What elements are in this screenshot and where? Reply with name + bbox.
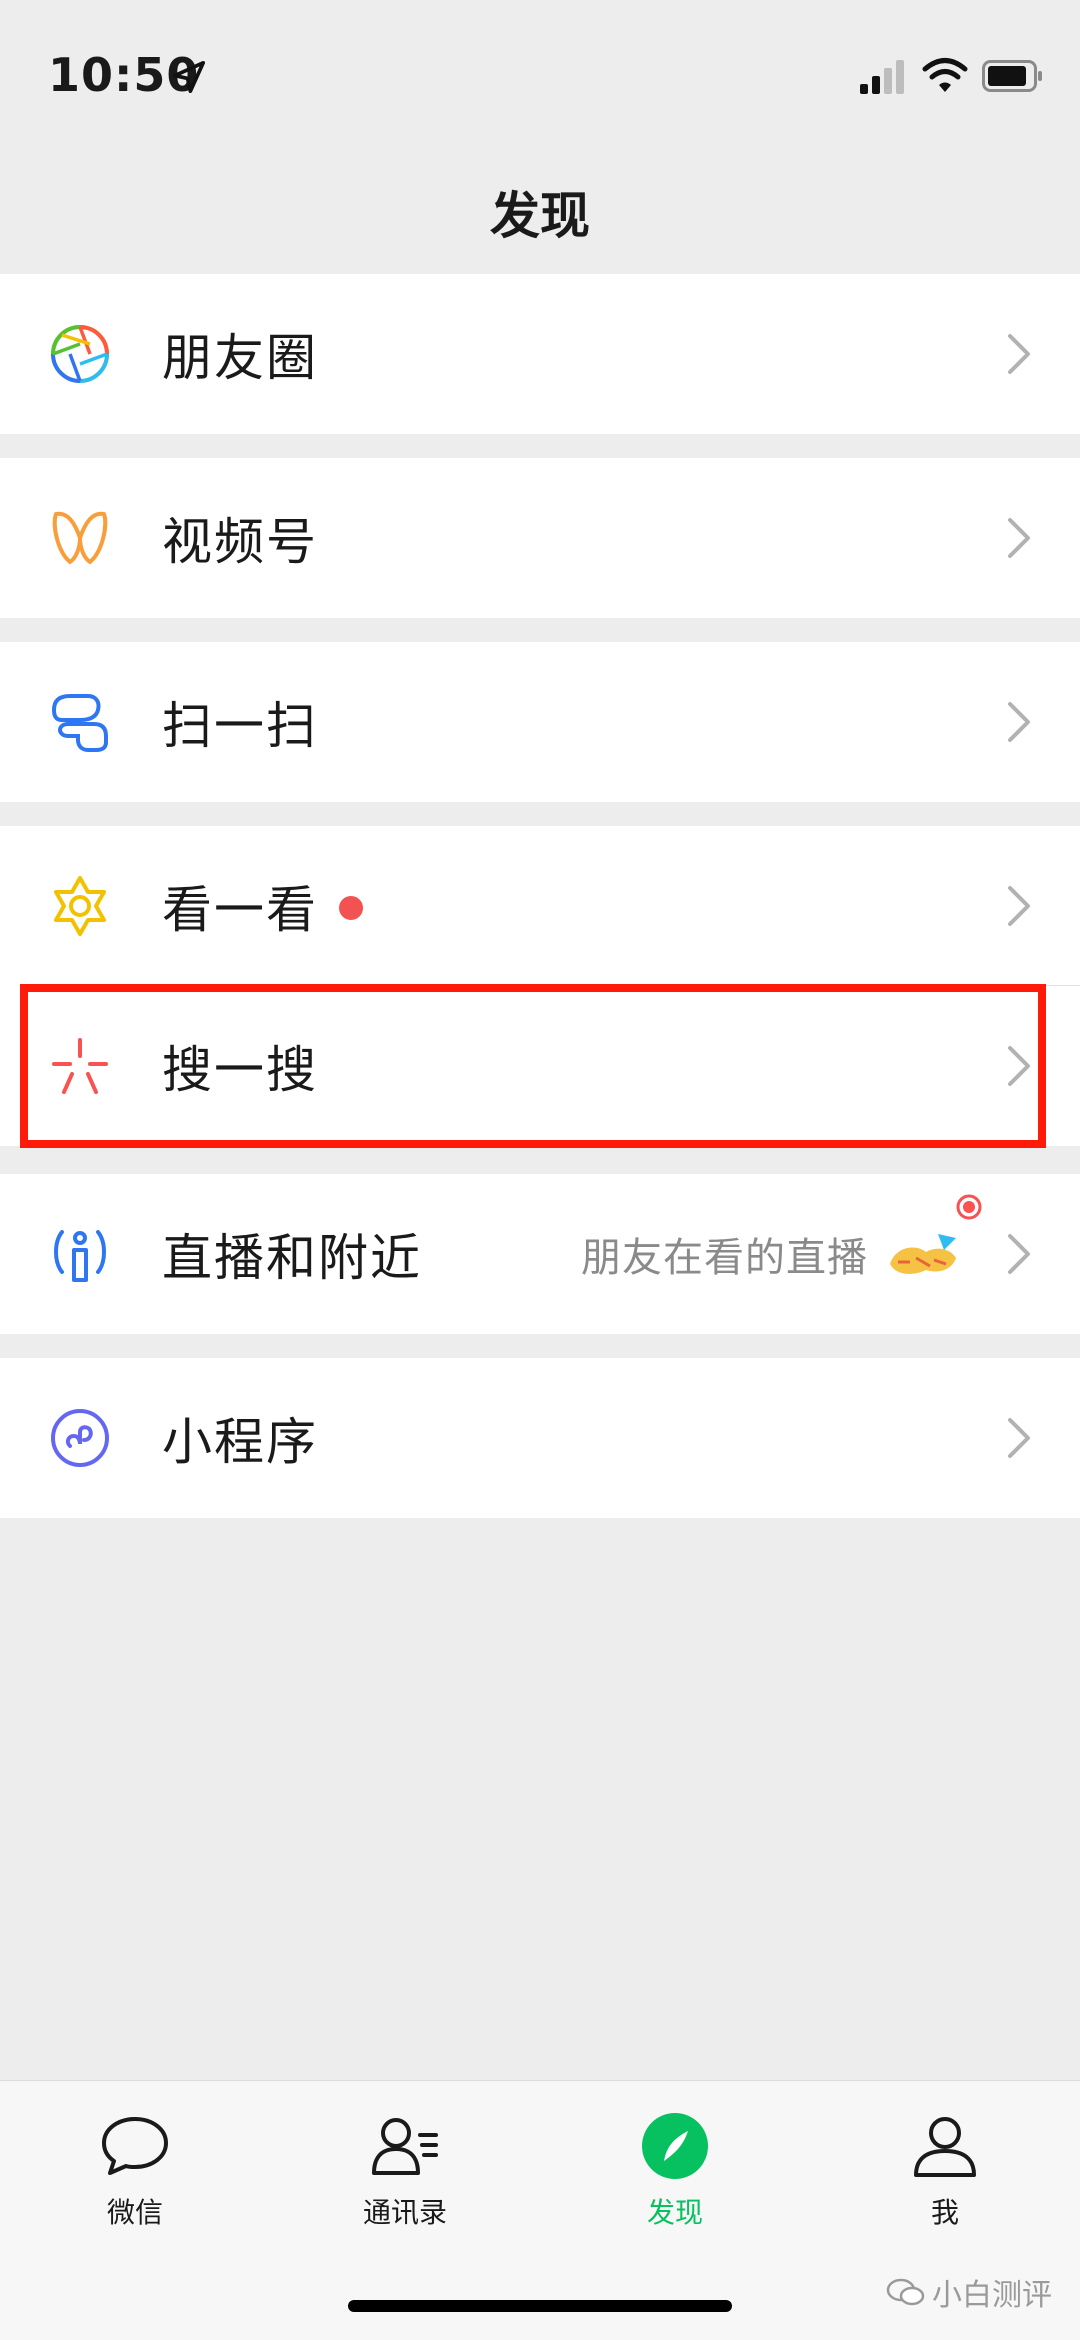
chevron-right-icon xyxy=(1008,1418,1030,1458)
chevron-right-icon xyxy=(1008,334,1030,374)
home-indicator[interactable] xyxy=(348,2300,732,2312)
live-thumbnail-icon xyxy=(890,1234,956,1274)
top-stories-star-icon xyxy=(54,876,106,936)
mini-program-icon xyxy=(51,1409,109,1467)
live-nearby-icon xyxy=(54,1230,106,1282)
cell-scan[interactable]: 扫一扫 xyxy=(0,642,1080,802)
cellular-signal-icon xyxy=(860,60,904,94)
tab-contacts[interactable]: 通讯录 xyxy=(270,2081,540,2281)
notification-dot xyxy=(339,896,363,920)
live-indicator-icon xyxy=(956,1194,982,1220)
cell-moments[interactable]: 朋友圈 xyxy=(0,274,1080,434)
cell-label: 小程序 xyxy=(162,1413,318,1471)
channels-butterfly-icon xyxy=(52,511,108,564)
cell-label: 视频号 xyxy=(162,513,318,571)
tab-chats[interactable]: 微信 xyxy=(0,2081,270,2281)
moments-aperture-icon xyxy=(51,325,109,383)
watermark-text: 小白测评 xyxy=(932,2278,1052,2313)
tab-label: 通讯录 xyxy=(362,2196,447,2229)
chevron-right-icon xyxy=(1008,1234,1030,1274)
tab-label: 发现 xyxy=(646,2196,703,2229)
tab-me[interactable]: 我 xyxy=(810,2081,1080,2281)
chat-bubble-icon xyxy=(102,2117,168,2175)
cell-label: 直播和附近 xyxy=(162,1229,422,1287)
battery-icon xyxy=(982,60,1042,92)
cell-live-nearby[interactable]: 直播和附近 朋友在看的直播 xyxy=(0,1174,1080,1334)
tab-discover[interactable]: 发现 xyxy=(540,2081,810,2281)
tab-label: 我 xyxy=(930,2196,959,2229)
status-bar: 10:50 xyxy=(0,0,1080,150)
contacts-icon xyxy=(372,2118,438,2175)
wechat-logo-icon xyxy=(886,2278,925,2306)
cell-label: 看一看 xyxy=(162,881,318,939)
tab-label: 微信 xyxy=(106,2196,163,2229)
person-icon xyxy=(914,2117,976,2177)
watermark: 小白测评 xyxy=(886,2270,1052,2314)
compass-icon xyxy=(642,2113,708,2179)
cell-label: 朋友圈 xyxy=(162,329,318,387)
wifi-icon xyxy=(922,58,968,92)
chevron-right-icon xyxy=(1008,886,1030,926)
cell-top-stories[interactable]: 看一看 xyxy=(0,826,1080,986)
scan-icon xyxy=(51,694,108,752)
cell-label: 扫一扫 xyxy=(162,697,318,755)
chevron-right-icon xyxy=(1008,702,1030,742)
cell-subtitle: 朋友在看的直播 xyxy=(581,1235,868,1281)
cell-channels[interactable]: 视频号 xyxy=(0,458,1080,618)
page-title: 发现 xyxy=(490,187,590,245)
chevron-right-icon xyxy=(1008,518,1030,558)
highlight-annotation-box xyxy=(20,984,1046,1148)
cell-mini-programs[interactable]: 小程序 xyxy=(0,1358,1080,1518)
location-arrow-icon xyxy=(172,60,206,94)
